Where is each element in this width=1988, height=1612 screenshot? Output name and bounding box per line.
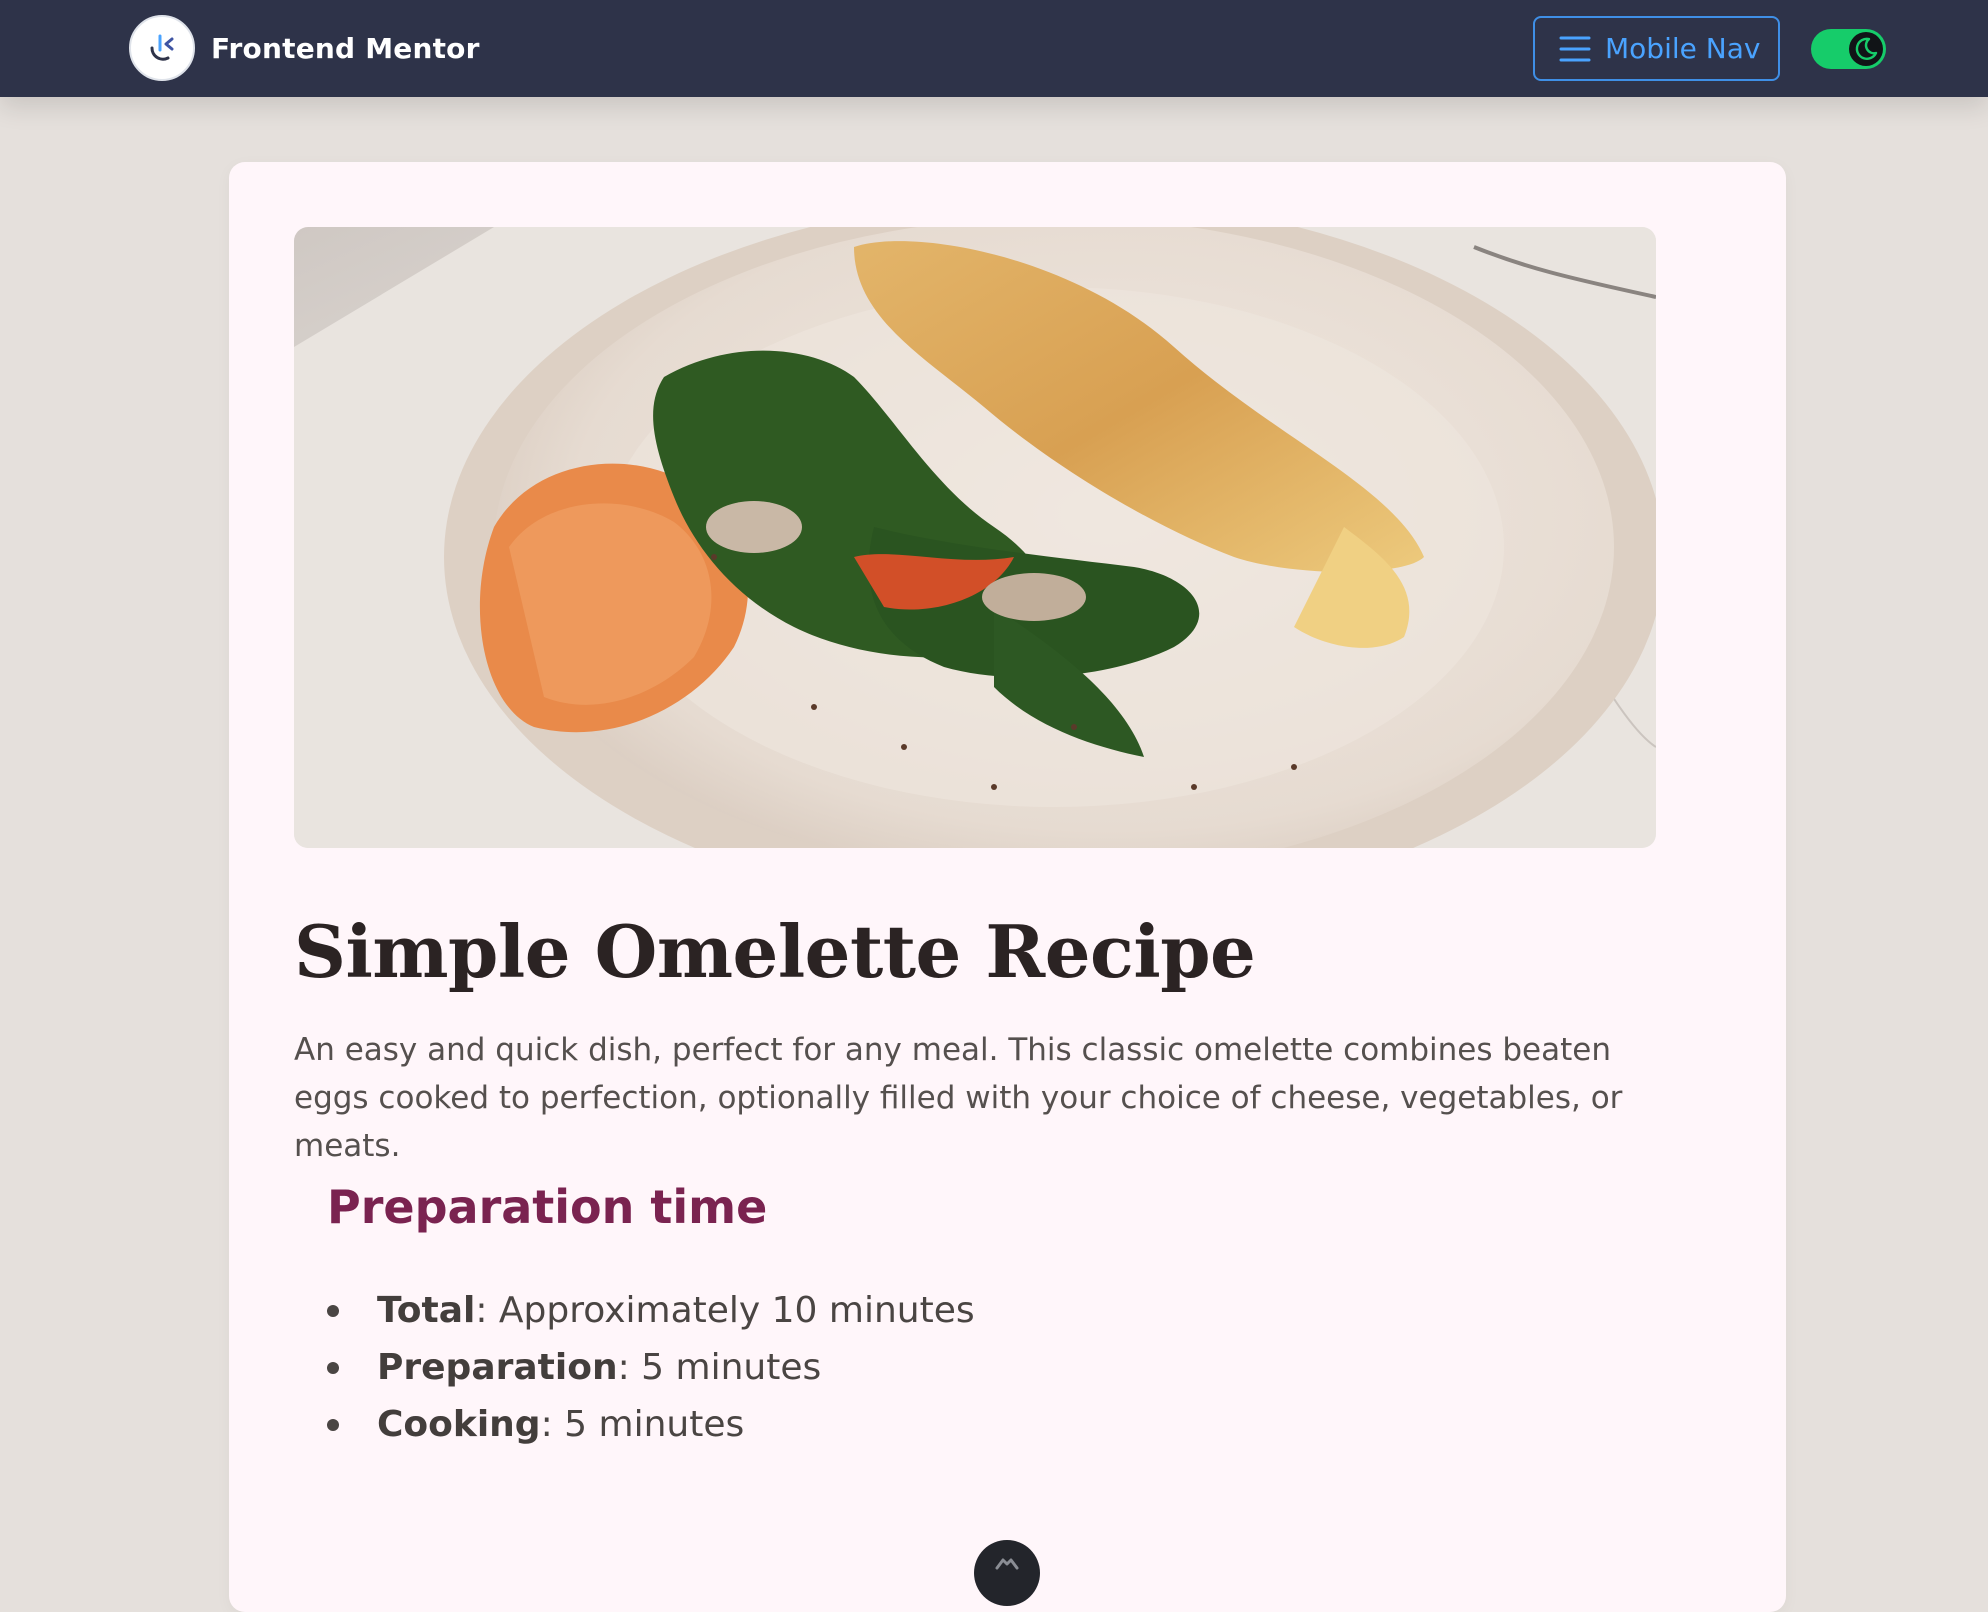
bullet-icon: [327, 1419, 339, 1431]
mobile-nav-label: Mobile Nav: [1605, 32, 1761, 65]
list-item: Preparation: 5 minutes: [327, 1339, 975, 1396]
toggle-knob: [1849, 32, 1883, 66]
recipe-title: Simple Omelette Recipe: [294, 909, 1256, 994]
moon-icon: [1855, 37, 1878, 60]
item-label: Total: [377, 1290, 476, 1331]
brand-name: Frontend Mentor: [211, 31, 480, 65]
preparation-time-list: Total: Approximately 10 minutes Preparat…: [327, 1282, 975, 1453]
bullet-icon: [327, 1305, 339, 1317]
preparation-time-heading: Preparation time: [327, 1180, 768, 1234]
recipe-hero-image: [294, 227, 1656, 848]
recipe-card: Simple Omelette Recipe An easy and quick…: [229, 162, 1786, 1612]
top-navbar: Frontend Mentor Mobile Nav: [0, 0, 1988, 97]
item-value: : Approximately 10 minutes: [475, 1290, 975, 1331]
preparation-time-section: Preparation time Total: Approximately 10…: [294, 1180, 1656, 1610]
recipe-description: An easy and quick dish, perfect for any …: [294, 1032, 1623, 1164]
item-value: : 5 minutes: [617, 1347, 822, 1388]
item-label: Preparation: [377, 1347, 618, 1388]
chevron-up-icon: [995, 1558, 1019, 1570]
list-item: Cooking: 5 minutes: [327, 1396, 975, 1453]
brand-link[interactable]: Frontend Mentor: [129, 15, 480, 81]
item-value: : 5 minutes: [540, 1404, 745, 1445]
list-item: Total: Approximately 10 minutes: [327, 1282, 975, 1339]
hamburger-menu-icon: [1559, 35, 1591, 63]
theme-toggle[interactable]: [1811, 29, 1886, 69]
item-label: Cooking: [377, 1404, 541, 1445]
bullet-icon: [327, 1362, 339, 1374]
scroll-to-top-button[interactable]: [974, 1540, 1040, 1606]
frontend-mentor-logo-icon: [129, 15, 195, 81]
mobile-nav-button[interactable]: Mobile Nav: [1533, 16, 1780, 81]
